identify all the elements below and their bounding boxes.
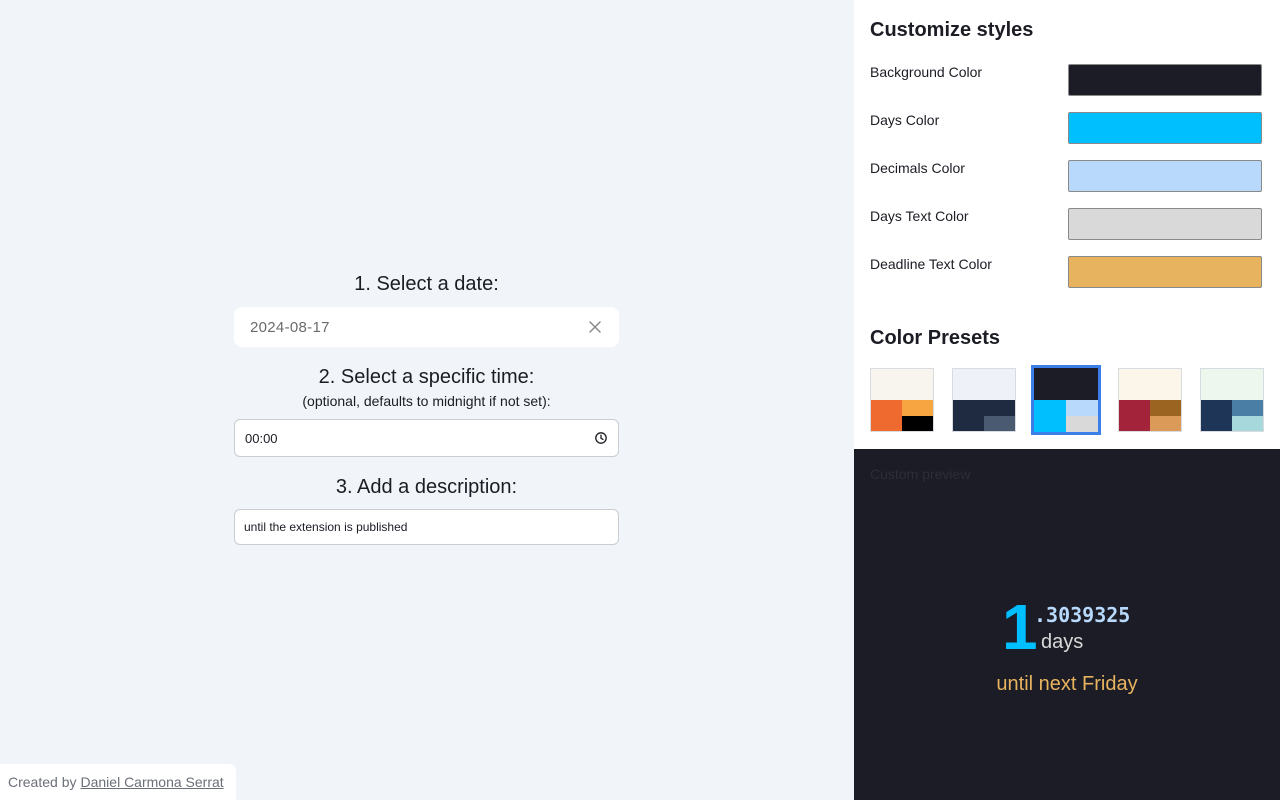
description-input[interactable]: [234, 509, 619, 545]
color-presets-title: Color Presets: [870, 327, 1001, 349]
preset-swatch: [1034, 368, 1098, 400]
days-decimals: .3039325: [1034, 603, 1131, 627]
credit-prefix: Created by: [8, 774, 77, 790]
deadline-text-color-label: Deadline Text Color: [870, 256, 992, 272]
background-color-picker[interactable]: [1068, 64, 1262, 96]
color-row-decimals: Decimals Color: [870, 160, 1264, 192]
close-icon[interactable]: [587, 319, 603, 335]
step3-label: 3. Add a description:: [335, 476, 518, 498]
preset-swatch: [1201, 400, 1232, 431]
color-row-background: Background Color: [870, 64, 1264, 96]
preview-caption: Custom preview: [870, 466, 971, 482]
preset-swatch: [1119, 400, 1150, 431]
preset-swatch: [1150, 415, 1181, 431]
credit-footer: Created by Daniel Carmona Serrat: [0, 764, 236, 800]
days-color-label: Days Color: [870, 112, 940, 128]
color-preset-4[interactable]: [1118, 368, 1182, 432]
preset-swatch: [1066, 416, 1098, 432]
time-value: 00:00: [245, 430, 278, 446]
preset-swatch: [1119, 369, 1181, 400]
preset-swatch: [871, 369, 933, 400]
step2-sublabel: (optional, defaults to midnight if not s…: [302, 393, 551, 409]
date-value: 2024-08-17: [250, 318, 330, 336]
preset-swatch: [953, 369, 1015, 400]
preset-swatch: [953, 400, 984, 431]
countdown-form: 1. Select a date: 2024-08-17 2. Select a…: [0, 0, 854, 800]
preset-swatch: [1201, 369, 1263, 400]
preset-swatch: [984, 400, 1015, 416]
color-preset-5[interactable]: [1200, 368, 1264, 432]
color-preset-1[interactable]: [870, 368, 934, 432]
step2-label: 2. Select a specific time:: [318, 366, 535, 388]
color-row-days-text: Days Text Color: [870, 208, 1264, 240]
days-number: 1: [1002, 591, 1038, 663]
customize-styles-title: Customize styles: [870, 19, 1034, 41]
preset-swatch: [1034, 400, 1066, 432]
deadline-text-color-picker[interactable]: [1068, 256, 1262, 288]
color-preset-3[interactable]: [1031, 365, 1101, 435]
preset-swatch: [902, 415, 933, 431]
clock-icon[interactable]: [594, 431, 608, 445]
preset-swatch: [1066, 400, 1098, 416]
decimals-color-picker[interactable]: [1068, 160, 1262, 192]
deadline-text: until next Friday: [996, 673, 1138, 695]
preset-swatch: [984, 415, 1015, 431]
time-input[interactable]: 00:00: [234, 419, 619, 457]
days-text-color-picker[interactable]: [1068, 208, 1262, 240]
decimals-color-label: Decimals Color: [870, 160, 965, 176]
background-color-label: Background Color: [870, 64, 983, 80]
preset-swatch: [1232, 400, 1263, 416]
preset-swatch: [871, 400, 902, 431]
step1-label: 1. Select a date:: [354, 273, 499, 295]
color-row-days: Days Color: [870, 112, 1264, 144]
preset-swatch: [1232, 415, 1263, 431]
color-preset-2[interactable]: [952, 368, 1016, 432]
date-input[interactable]: 2024-08-17: [234, 307, 619, 347]
preset-swatch: [1150, 400, 1181, 416]
days-text: days: [1041, 631, 1084, 653]
days-color-picker[interactable]: [1068, 112, 1262, 144]
days-text-color-label: Days Text Color: [870, 208, 969, 224]
custom-preview: Custom preview 1 .3039325 days until nex…: [854, 449, 1280, 800]
preset-swatch: [902, 400, 933, 416]
customize-panel: Customize styles Background Color Days C…: [854, 0, 1280, 449]
author-link[interactable]: Daniel Carmona Serrat: [80, 774, 223, 790]
color-row-deadline-text: Deadline Text Color: [870, 256, 1264, 288]
